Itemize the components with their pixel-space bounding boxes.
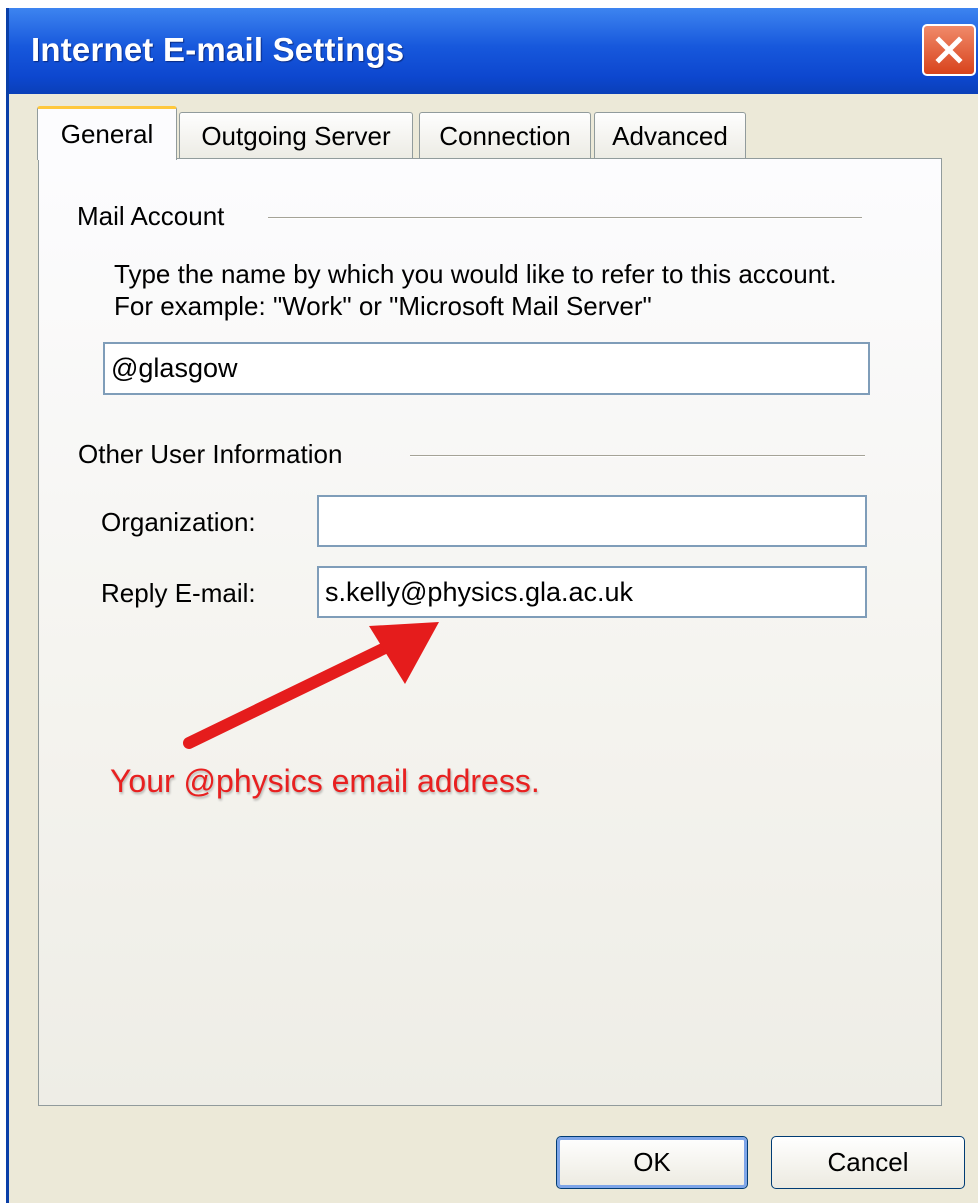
close-icon [935, 36, 963, 64]
cancel-button-label: Cancel [827, 1147, 909, 1177]
close-button[interactable] [922, 24, 976, 76]
annotation-text: Your @physics email address. [110, 763, 540, 799]
tab-general-label: General [60, 119, 154, 149]
ok-button[interactable]: OK [556, 1136, 748, 1189]
mail-account-description: Type the name by which you would like to… [114, 259, 837, 321]
tab-general[interactable]: General [37, 106, 177, 160]
tab-connection-label: Connection [439, 121, 571, 151]
tab-advanced-label: Advanced [612, 121, 728, 151]
internet-email-settings-dialog: Internet E-mail Settings General Outgoin… [6, 8, 978, 1203]
window-title: Internet E-mail Settings [31, 31, 405, 68]
mail-account-divider [268, 217, 862, 219]
other-user-info-heading: Other User Information [78, 439, 343, 469]
tab-outgoing-server-label: Outgoing Server [201, 121, 391, 151]
organization-input[interactable] [317, 495, 867, 547]
ok-button-label: OK [633, 1147, 671, 1177]
tab-advanced[interactable]: Advanced [594, 112, 746, 159]
annotation-arrow [183, 622, 439, 749]
mail-account-heading: Mail Account [77, 201, 225, 231]
other-user-info-divider [410, 455, 865, 457]
title-bar[interactable]: Internet E-mail Settings [9, 8, 978, 94]
organization-label: Organization: [101, 507, 256, 537]
tab-outgoing-server[interactable]: Outgoing Server [179, 112, 413, 159]
tab-connection[interactable]: Connection [419, 112, 591, 159]
cancel-button[interactable]: Cancel [771, 1136, 965, 1189]
account-name-input[interactable] [103, 342, 870, 395]
